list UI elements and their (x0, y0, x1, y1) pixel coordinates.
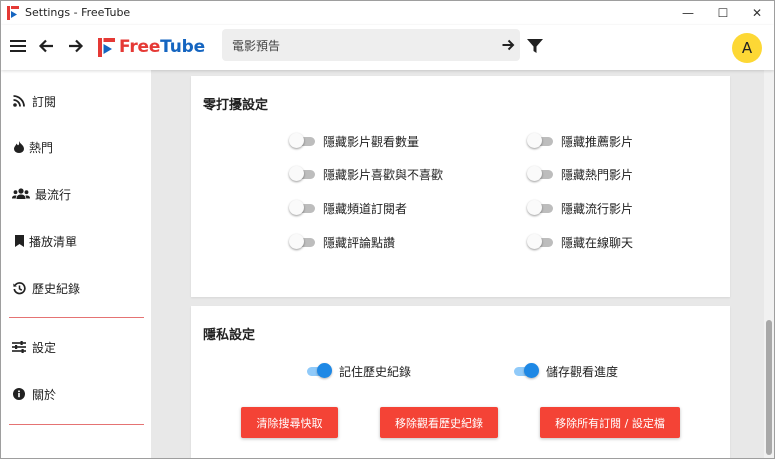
section-title: 零打擾設定 (203, 98, 269, 113)
sidebar-item-history[interactable]: 歷史紀錄 (1, 273, 151, 303)
settings-content: 零打擾設定 隱藏影片觀看數量 隱藏影片喜歡與不喜歡 隱藏頻道訂閱者 隱藏評論點讚… (151, 70, 774, 458)
sidebar-item-popular[interactable]: 最流行 (1, 179, 151, 209)
toggle-hide-channel-subscribers[interactable]: 隱藏頻道訂閱者 (289, 200, 407, 216)
logo-mark-icon (98, 37, 115, 57)
hamburger-icon (10, 40, 26, 52)
avatar[interactable]: A (732, 33, 762, 63)
menu-button[interactable] (7, 35, 29, 57)
toggle-label: 隱藏在線聊天 (561, 235, 634, 250)
scrollbar[interactable] (764, 70, 774, 458)
toggle-label: 隱藏流行影片 (561, 201, 634, 216)
title-bar: Settings - FreeTube — ☐ ✕ (1, 1, 774, 25)
toggle-switch[interactable] (527, 200, 553, 216)
toggle-switch[interactable] (527, 133, 553, 149)
sliders-icon (12, 340, 26, 354)
info-icon (12, 387, 26, 401)
toggle-hide-trending-videos[interactable]: 隱藏熱門影片 (527, 166, 633, 182)
sidebar-item-label: 熱門 (29, 140, 54, 155)
toggle-label: 隱藏影片喜歡與不喜歡 (323, 167, 444, 182)
toggle-label: 隱藏影片觀看數量 (323, 134, 420, 149)
close-button[interactable]: ✕ (738, 1, 774, 25)
back-button[interactable] (35, 35, 57, 57)
sidebar-item-about[interactable]: 關於 (1, 379, 151, 409)
toggle-save-watch-progress[interactable]: 儲存觀看進度 (512, 363, 618, 379)
freetube-logo[interactable]: FreeTube (98, 37, 205, 57)
arrow-right-icon (69, 39, 84, 53)
toggle-switch[interactable] (289, 234, 315, 250)
toggle-hide-comment-likes[interactable]: 隱藏評論點讚 (289, 234, 395, 250)
maximize-button[interactable]: ☐ (704, 1, 742, 25)
toggle-switch[interactable] (512, 363, 539, 379)
fire-icon (12, 140, 26, 154)
toggle-switch[interactable] (289, 200, 315, 216)
toggle-label: 隱藏評論點讚 (323, 235, 396, 250)
sidebar-item-subscriptions[interactable]: 訂閱 (1, 86, 151, 116)
sidebar-item-label: 最流行 (35, 187, 72, 202)
clear-search-cache-button[interactable]: 清除搜尋快取 (241, 407, 338, 438)
toggle-hide-live-chat[interactable]: 隱藏在線聊天 (527, 234, 633, 250)
forward-button[interactable] (65, 35, 87, 57)
sidebar-item-settings[interactable]: 設定 (1, 332, 151, 362)
sidebar-item-playlists[interactable]: 播放清單 (1, 226, 151, 256)
toggle-label: 儲存觀看進度 (546, 364, 619, 379)
sidebar-item-label: 訂閱 (32, 94, 57, 109)
window-title: Settings - FreeTube (25, 6, 131, 19)
section-title: 隱私設定 (203, 328, 256, 343)
toggle-label: 記住歷史紀錄 (339, 364, 412, 379)
close-icon: ✕ (751, 6, 763, 20)
search-filter-button[interactable] (526, 37, 544, 55)
freetube-app-icon (7, 6, 19, 20)
sidebar: 訂閱 熱門 最流行 播放清單 歷史紀錄 設定 關於 (1, 70, 151, 458)
remove-watch-history-button[interactable]: 移除觀看歷史紀錄 (380, 407, 498, 438)
toggle-hide-recommended-videos[interactable]: 隱藏推薦影片 (527, 133, 633, 149)
toggle-hide-view-count[interactable]: 隱藏影片觀看數量 (289, 133, 419, 149)
rss-icon (12, 94, 26, 108)
distraction-free-settings-card: 零打擾設定 隱藏影片觀看數量 隱藏影片喜歡與不喜歡 隱藏頻道訂閱者 隱藏評論點讚… (191, 76, 730, 297)
toggle-label: 隱藏頻道訂閱者 (323, 201, 408, 216)
sidebar-item-trending[interactable]: 熱門 (1, 132, 151, 162)
arrow-right-icon (502, 39, 514, 51)
toggle-switch[interactable] (289, 166, 315, 182)
search-submit-button[interactable] (500, 37, 516, 53)
minimize-button[interactable]: — (669, 1, 707, 25)
app-window: Settings - FreeTube — ☐ ✕ FreeTube 電影預告 … (0, 0, 775, 459)
search-box (222, 29, 520, 61)
toggle-hide-popular-videos[interactable]: 隱藏流行影片 (527, 200, 633, 216)
maximize-icon: ☐ (717, 6, 729, 20)
top-nav: FreeTube A (1, 25, 774, 70)
sidebar-item-label: 關於 (32, 387, 57, 402)
toggle-switch[interactable] (289, 133, 315, 149)
minimize-icon: — (682, 6, 694, 20)
sidebar-item-label: 設定 (32, 340, 57, 355)
privacy-settings-card: 隱私設定 記住歷史紀錄 儲存觀看進度 清除搜尋快取 移除觀看歷史紀錄 移除所有訂… (191, 306, 730, 458)
logo-text: FreeTube (119, 37, 205, 57)
sidebar-item-label: 歷史紀錄 (32, 281, 81, 296)
filter-icon (527, 39, 543, 53)
toggle-switch[interactable] (527, 166, 553, 182)
toggle-label: 隱藏熱門影片 (561, 167, 634, 182)
history-icon (12, 281, 26, 295)
toggle-switch[interactable] (305, 363, 332, 379)
toggle-remember-history[interactable]: 記住歷史紀錄 (305, 363, 411, 379)
users-icon (12, 187, 30, 201)
sidebar-divider (9, 317, 144, 318)
sidebar-divider (9, 424, 144, 425)
search-input[interactable] (232, 29, 492, 61)
sidebar-item-label: 播放清單 (29, 234, 78, 249)
remove-all-subscriptions-button[interactable]: 移除所有訂閱 / 設定檔 (540, 407, 680, 438)
scrollbar-thumb[interactable] (766, 320, 772, 455)
bookmark-icon (12, 234, 26, 248)
arrow-left-icon (38, 39, 53, 53)
toggle-switch[interactable] (527, 234, 553, 250)
toggle-label: 隱藏推薦影片 (561, 134, 634, 149)
toggle-hide-likes-dislikes[interactable]: 隱藏影片喜歡與不喜歡 (289, 166, 443, 182)
